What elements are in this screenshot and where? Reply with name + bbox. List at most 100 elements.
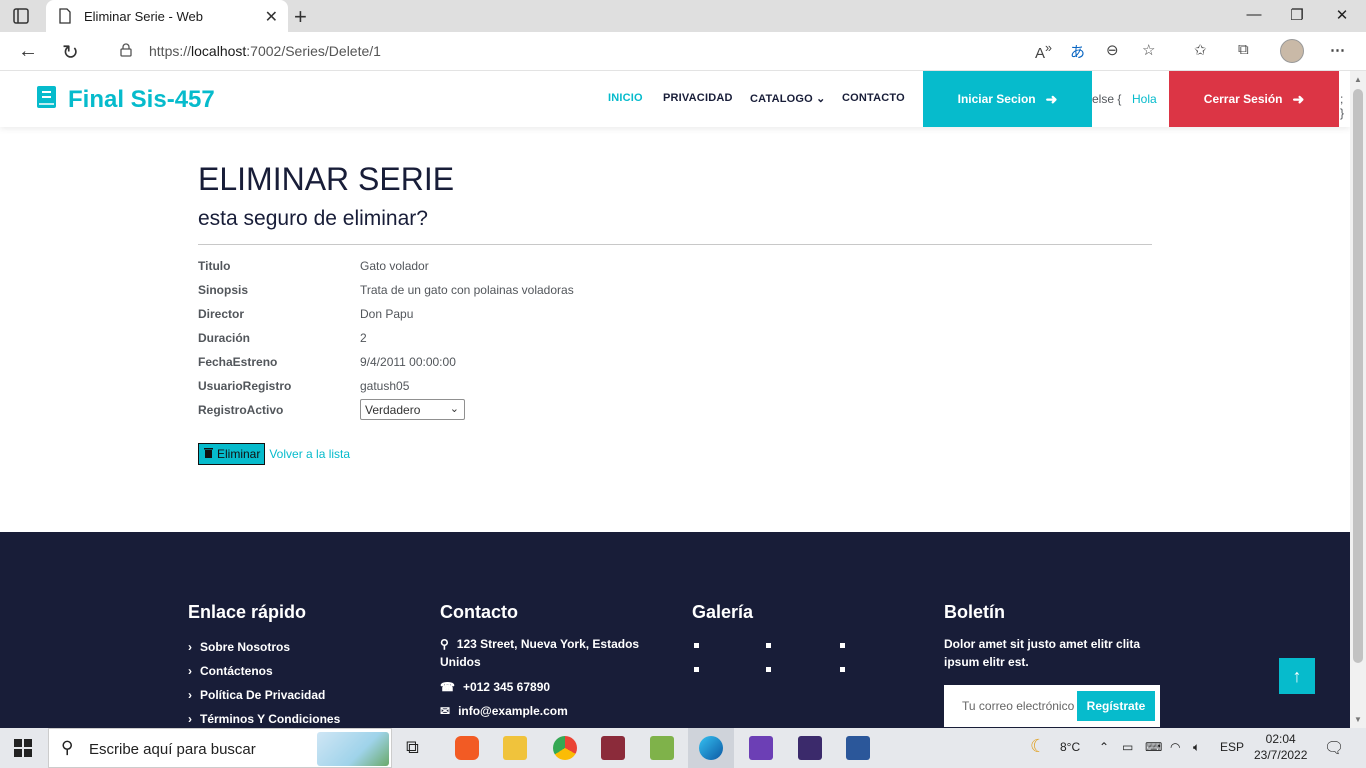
newsletter-submit-button[interactable]: Regístrate — [1077, 691, 1155, 721]
page-title: ELIMINAR SERIE — [198, 161, 455, 197]
volume-icon[interactable]: 🔈︎ — [1193, 740, 1200, 755]
delete-button[interactable]: Eliminar — [198, 443, 266, 465]
footer-link[interactable]: › Términos Y Condiciones — [188, 707, 340, 728]
taskbar-search-box[interactable]: ⚲ Escribe aquí para buscar — [48, 728, 392, 768]
footer-link[interactable]: › Contáctenos — [188, 659, 340, 683]
footer-quick-links: Enlace rápido › Sobre Nosotros › Contácten… — [188, 602, 340, 728]
scroll-up-icon[interactable]: ▲ — [1354, 75, 1362, 84]
logout-button[interactable]: Cerrar Sesión ➜ — [1169, 71, 1339, 127]
form-actions: Eliminar Volver a la lista — [198, 443, 1152, 465]
leaked-code-text-end: ; } — [1340, 92, 1345, 120]
word-icon[interactable] — [846, 736, 870, 760]
footer: Enlace rápido › Sobre Nosotros › Contácten… — [0, 532, 1350, 728]
edge-icon[interactable] — [699, 736, 723, 760]
page-scrollbar[interactable]: ▲ ▼ — [1350, 71, 1366, 728]
clock-time: 02:04 — [1265, 732, 1296, 746]
gallery-image[interactable] — [840, 667, 845, 672]
language-indicator[interactable]: ESP — [1220, 740, 1244, 754]
detail-value: gatush05 — [360, 379, 410, 393]
gallery-image[interactable] — [694, 667, 699, 672]
detail-row: FechaEstreno 9/4/2011 00:00:00 — [198, 355, 1152, 379]
footer-link[interactable]: › Política De Privacidad — [188, 683, 340, 707]
back-icon[interactable]: ← — [18, 40, 38, 63]
arrow-right-icon: ➜ — [1045, 90, 1058, 107]
nav-link-catalogo-label: CATALOGO — [750, 93, 813, 105]
collections-icon[interactable]: ⧉ — [1238, 41, 1249, 58]
registro-activo-select[interactable]: Verdadero ⌄ — [360, 399, 465, 420]
search-highlight-image — [317, 732, 389, 766]
chevron-right-icon: › — [188, 688, 192, 702]
clock-date: 23/7/2022 — [1254, 748, 1308, 762]
main-content: ELIMINAR SERIE esta seguro de eliminar? … — [198, 161, 1152, 465]
tab-title: Eliminar Serie - Web — [84, 9, 203, 24]
visual-studio-icon[interactable] — [749, 736, 773, 760]
close-tab-icon[interactable]: ✕ — [265, 7, 278, 27]
browser-tab[interactable]: Eliminar Serie - Web ✕ — [46, 0, 288, 32]
nav-link-contacto[interactable]: CONTACTO — [842, 92, 905, 104]
chevron-up-icon[interactable]: ⌃ — [1099, 740, 1109, 754]
gallery-image[interactable] — [766, 643, 771, 648]
brave-browser-icon[interactable] — [455, 736, 479, 760]
tab-actions-icon[interactable] — [12, 7, 30, 25]
favorites-icon[interactable]: ✩ — [1194, 41, 1207, 59]
wifi-icon[interactable]: ◠ — [1170, 740, 1180, 754]
notifications-icon[interactable]: 🗨︎ — [1324, 738, 1344, 758]
weather-moon-icon[interactable]: ☾ — [1030, 736, 1046, 757]
nav-link-inicio[interactable]: INICIO — [608, 92, 643, 104]
refresh-icon[interactable]: ↻ — [62, 40, 79, 65]
scroll-thumb[interactable] — [1353, 89, 1363, 663]
file-explorer-icon[interactable] — [503, 736, 527, 760]
minimize-icon[interactable]: — — [1244, 6, 1264, 23]
zoom-icon[interactable]: ⊖ — [1106, 41, 1119, 59]
book-icon — [36, 85, 58, 114]
detail-value: Trata de un gato con polainas voladoras — [360, 283, 574, 297]
notepad-plus-icon[interactable] — [650, 736, 674, 760]
phone-icon: ☎ — [440, 680, 455, 694]
back-to-list-link[interactable]: Volver a la lista — [269, 447, 350, 461]
restore-icon[interactable]: ❐ — [1287, 6, 1307, 24]
gallery-image[interactable] — [766, 667, 771, 672]
winrar-icon[interactable] — [601, 736, 625, 760]
new-tab-icon[interactable]: + — [294, 4, 307, 30]
url-field[interactable]: https://localhost:7002/Series/Delete/1 — [100, 36, 1176, 66]
detail-value: Gato volador — [360, 259, 429, 273]
detail-row: Titulo Gato volador — [198, 259, 1152, 283]
scroll-down-icon[interactable]: ▼ — [1354, 715, 1362, 724]
gallery-grid — [692, 635, 892, 675]
web-page: Final Sis-457 INICIO PRIVACIDAD CATALOGO… — [0, 71, 1350, 728]
detail-label: Director — [198, 307, 245, 321]
windows-start-icon[interactable] — [14, 739, 32, 762]
add-favorite-icon[interactable]: ☆ — [1142, 41, 1155, 59]
footer-link-label: Política De Privacidad — [200, 688, 326, 702]
gallery-image[interactable] — [694, 643, 699, 648]
logout-button-label: Cerrar Sesión — [1203, 92, 1283, 106]
browser-tab-bar: Eliminar Serie - Web ✕ + — ❐ ✕ — [0, 0, 1366, 32]
gallery-image[interactable] — [840, 643, 845, 648]
newsletter-form: Tu correo electrónico Regístrate — [944, 685, 1160, 727]
close-window-icon[interactable]: ✕ — [1332, 6, 1352, 24]
detail-value: 2 — [360, 331, 367, 345]
nav-link-privacidad[interactable]: PRIVACIDAD — [663, 92, 733, 104]
login-button[interactable]: Iniciar Secion ➜ — [923, 71, 1092, 127]
nav-link-catalogo[interactable]: CATALOGO ⌄ — [750, 92, 826, 105]
profile-avatar[interactable] — [1280, 39, 1304, 63]
system-clock[interactable]: 02:04 23/7/2022 — [1254, 731, 1307, 763]
brand-logo[interactable]: Final Sis-457 — [36, 85, 215, 114]
read-aloud-icon[interactable]: A» — [1035, 41, 1052, 62]
more-options-icon[interactable]: ⋯ — [1330, 41, 1345, 59]
input-method-icon[interactable]: ⌨ — [1145, 740, 1162, 754]
newsletter-email-input[interactable]: Tu correo electrónico — [962, 699, 1074, 713]
terminal-icon[interactable] — [798, 736, 822, 760]
battery-icon[interactable]: ▭ — [1122, 740, 1133, 754]
chrome-icon[interactable] — [553, 736, 577, 760]
task-view-icon[interactable]: ⧉ — [406, 737, 430, 761]
greeting-link[interactable]: Hola — [1132, 92, 1157, 106]
chevron-right-icon: › — [188, 640, 192, 654]
footer-heading: Enlace rápido — [188, 602, 307, 622]
footer-link[interactable]: › Sobre Nosotros — [188, 635, 340, 659]
detail-value: Don Papu — [360, 307, 414, 321]
temperature-text[interactable]: 8°C — [1060, 740, 1080, 754]
translate-icon[interactable]: あ — [1070, 41, 1085, 62]
footer-newsletter: Boletín Dolor amet sit justo amet elitr … — [944, 602, 1164, 727]
back-to-top-button[interactable]: ↑ — [1279, 658, 1315, 694]
